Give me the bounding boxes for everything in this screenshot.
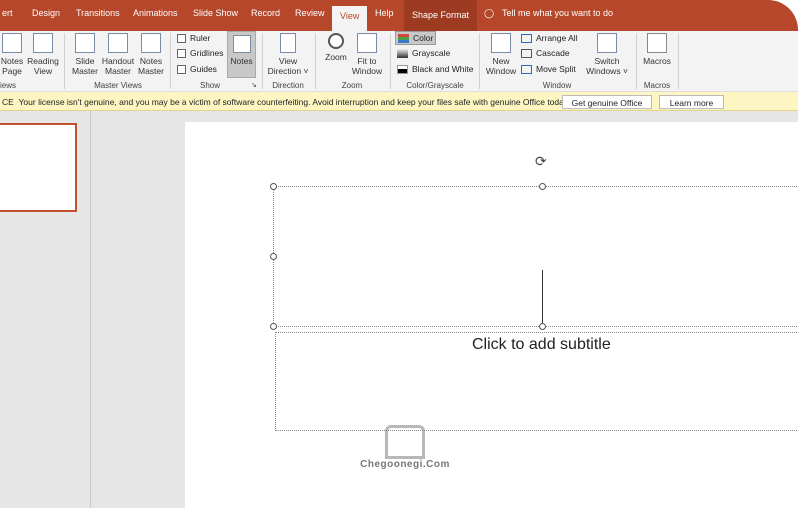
notes-master-button[interactable]: Notes Master <box>136 33 166 76</box>
tab-design[interactable]: Design <box>32 8 60 18</box>
tab-view[interactable]: View <box>332 6 368 31</box>
handout-master-icon <box>108 33 128 53</box>
slide-master-icon <box>75 33 95 53</box>
tab-slide-show[interactable]: Slide Show <box>193 8 238 18</box>
text-cursor <box>542 270 543 327</box>
dialog-launcher-icon[interactable]: ↘ <box>251 81 257 89</box>
grayscale-button[interactable]: Grayscale <box>397 48 450 58</box>
slide-canvas[interactable]: Click to add subtitle ⟳ <box>185 122 798 508</box>
divider <box>390 33 391 89</box>
watermark-logo: Chegoonegi.Com <box>320 425 490 485</box>
divider <box>678 33 679 89</box>
macros-button[interactable]: Macros <box>640 33 674 66</box>
tell-me-search[interactable]: Tell me what you want to do <box>502 8 613 18</box>
notes-icon <box>232 35 251 53</box>
cascade-button[interactable]: Cascade <box>521 48 570 58</box>
resize-handle[interactable] <box>270 253 277 260</box>
view-direction-icon <box>280 33 296 53</box>
slide-thumbnails-pane[interactable] <box>0 111 91 508</box>
switch-windows-icon <box>597 33 617 53</box>
group-label: Window <box>542 81 572 90</box>
notes-page-icon <box>2 33 22 53</box>
group-label: Direction <box>272 81 304 90</box>
ruler-checkbox[interactable]: Ruler <box>177 33 210 43</box>
group-label: Zoom <box>341 81 363 90</box>
ribbon-tabs: ert Design Transitions Animations Slide … <box>0 0 798 31</box>
rotate-handle-icon[interactable]: ⟳ <box>535 153 547 170</box>
tab-transitions[interactable]: Transitions <box>76 8 120 18</box>
tab-help[interactable]: Help <box>375 8 394 18</box>
divider <box>64 33 65 89</box>
notes-page-button[interactable]: Notes Page <box>0 33 24 76</box>
license-warning-text: CE Your license isn't genuine, and you m… <box>2 97 570 107</box>
guides-checkbox[interactable]: Guides <box>177 64 217 74</box>
new-window-icon <box>491 33 511 53</box>
tab-insert[interactable]: ert <box>2 8 13 18</box>
switch-windows-button[interactable]: Switch Windows ˅ <box>585 33 629 76</box>
divider <box>636 33 637 89</box>
resize-handle[interactable] <box>539 183 546 190</box>
subtitle-placeholder-text: Click to add subtitle <box>472 336 611 353</box>
get-genuine-office-button[interactable]: Get genuine Office <box>562 95 652 109</box>
resize-handle[interactable] <box>270 323 277 330</box>
new-window-button[interactable]: New Window <box>484 33 518 76</box>
fit-to-window-icon <box>357 33 377 53</box>
group-label: Color/Grayscale <box>406 81 464 90</box>
slide-master-button[interactable]: Slide Master <box>70 33 100 76</box>
tab-shape-format[interactable]: Shape Format <box>404 0 478 31</box>
subtitle-placeholder[interactable]: Click to add subtitle <box>275 332 798 431</box>
group-label: Macros <box>643 81 671 90</box>
title-placeholder[interactable] <box>273 186 798 327</box>
reading-view-button[interactable]: Reading View <box>27 33 59 76</box>
license-warning-bar: CE Your license isn't genuine, and you m… <box>0 92 798 111</box>
fit-to-window-button[interactable]: Fit to Window <box>350 33 384 76</box>
macros-icon <box>647 33 667 53</box>
notes-master-icon <box>141 33 161 53</box>
move-split-button[interactable]: Move Split <box>521 64 576 74</box>
tab-record[interactable]: Record <box>251 8 280 18</box>
group-label: Show <box>199 81 220 90</box>
black-and-white-button[interactable]: Black and White <box>397 64 473 74</box>
learn-more-button[interactable]: Learn more <box>659 95 724 109</box>
divider <box>170 33 171 89</box>
arrange-all-button[interactable]: Arrange All <box>521 33 578 43</box>
divider <box>262 33 263 89</box>
watermark-text: Chegoonegi.Com <box>360 459 450 470</box>
divider <box>479 33 480 89</box>
zoom-icon <box>328 33 344 49</box>
watermark-icon <box>385 425 425 459</box>
ribbon: Notes Page Reading View iews Slide Maste… <box>0 31 798 92</box>
tab-animations[interactable]: Animations <box>133 8 178 18</box>
resize-handle[interactable] <box>539 323 546 330</box>
gridlines-checkbox[interactable]: Gridlines <box>177 48 224 58</box>
divider <box>315 33 316 89</box>
view-direction-button[interactable]: View Direction ˅ <box>266 33 310 76</box>
slide-thumbnail[interactable] <box>0 123 77 212</box>
zoom-button[interactable]: Zoom <box>322 33 350 62</box>
color-button[interactable]: Color <box>395 31 437 45</box>
tab-review[interactable]: Review <box>295 8 325 18</box>
lightbulb-icon: ◯ <box>484 8 495 18</box>
group-label: Master Views <box>94 81 142 90</box>
group-label: iews <box>0 81 17 90</box>
handout-master-button[interactable]: Handout Master <box>100 33 136 76</box>
notes-button[interactable]: Notes <box>227 31 256 78</box>
resize-handle[interactable] <box>270 183 277 190</box>
reading-view-icon <box>33 33 53 53</box>
